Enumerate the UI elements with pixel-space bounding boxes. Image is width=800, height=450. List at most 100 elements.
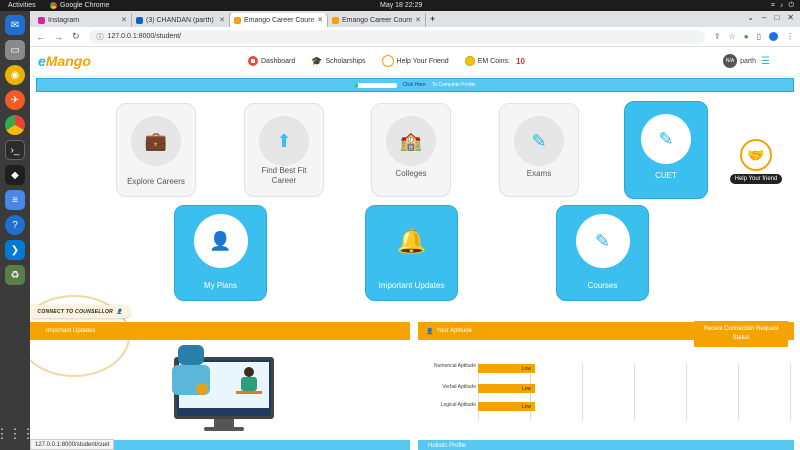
info-icon: ⓘ (96, 33, 104, 41)
holistic-profile-header: Holistic Profile (418, 440, 794, 450)
aptitude-bar: Low (478, 384, 535, 393)
nav-dashboard[interactable]: Dashboard (248, 56, 295, 66)
user-avatar: N/A (723, 54, 738, 68)
em-coins-label: EM Coins: (477, 57, 510, 65)
section-title: Holistic Profile (428, 443, 467, 449)
active-app-indicator[interactable]: Google Chrome (50, 2, 109, 9)
active-app-name: Google Chrome (60, 2, 110, 9)
kebab-menu-icon[interactable]: ⋮ (786, 32, 794, 41)
grid-line (738, 363, 739, 421)
recent-connection-label: Recent Connection Request Status (703, 326, 779, 341)
chrome-icon (50, 2, 57, 9)
nav-label: Help Your Friend (396, 57, 449, 65)
new-tab-button[interactable]: + (430, 14, 435, 24)
files-icon[interactable]: ▭ (5, 40, 25, 60)
emango-logo[interactable]: eMango (38, 53, 91, 69)
tab-label: Emango Career Counsel (342, 16, 413, 24)
dashboard-icon (248, 56, 258, 66)
tab-instagram[interactable]: Instagram ✕ (34, 13, 132, 27)
student-laptop-icon (236, 367, 262, 397)
card-cuet[interactable]: ✎ CUET (624, 101, 708, 199)
help-friend-illustration-icon: 🤝 (740, 139, 772, 171)
activities-button[interactable]: Activities (8, 2, 36, 9)
logo-text: Mango (45, 53, 91, 69)
aptitude-label: Logical Aptitude (440, 402, 476, 408)
card-label: Explore Careers (127, 177, 185, 186)
tab-label: Emango Career Counsel (244, 16, 315, 24)
share-icon[interactable]: ⇪ (714, 32, 721, 41)
power-icon: ⏻ (788, 1, 794, 9)
exam-pencil-icon: ✎ (514, 116, 564, 166)
grid-line (790, 363, 791, 421)
clock[interactable]: May 18 22:29 (380, 2, 422, 9)
tab-label: (3) CHANDAN (parth) M (146, 16, 217, 24)
tab-emango-2[interactable]: Emango Career Counsel ✕ (328, 13, 426, 27)
help-friend-widget[interactable]: 🤝 Help Your friend (726, 139, 786, 184)
user-name: parth (740, 57, 757, 65)
terminal-icon[interactable]: ›_ (5, 140, 25, 160)
card-important-updates[interactable]: 🔔 Important Updates (365, 205, 458, 301)
tab-search-icon[interactable]: ⌄ (747, 13, 754, 22)
recent-connection-button[interactable]: Recent Connection Request Status (694, 321, 788, 347)
card-label: Important Updates (378, 281, 445, 290)
complete-profile-link[interactable]: Click Here (403, 82, 426, 88)
thunderbird-icon[interactable]: ✉ (5, 15, 25, 35)
user-menu[interactable]: N/A parth ☰ (723, 54, 770, 68)
figma-icon[interactable]: ◆ (5, 165, 25, 185)
card-best-fit-career[interactable]: ⬆ Find Best Fit Career (244, 103, 324, 197)
close-tab-icon[interactable]: ✕ (415, 16, 421, 24)
sidepanel-icon[interactable]: ▯ (757, 32, 761, 41)
close-tab-icon[interactable]: ✕ (219, 16, 225, 24)
os-dock: ✉ ▭ ◉ ✈ ›_ ◆ ≡ ? ❯ ♻ ⋮⋮⋮ (0, 11, 35, 450)
card-colleges[interactable]: 🏫 Colleges (371, 103, 451, 197)
reload-icon[interactable]: ↻ (72, 31, 80, 42)
tab-label: Instagram (48, 16, 80, 24)
postman-icon[interactable]: ✈ (5, 90, 25, 110)
em-coins: EM Coins: 10 (464, 56, 525, 66)
tab-emango-active[interactable]: Emango Career Counsel ✕ (230, 13, 328, 27)
connect-counsellor-button[interactable]: CONNECT TO COUNSELLOR 👤 (30, 305, 130, 318)
close-window-icon[interactable]: ✕ (787, 13, 794, 22)
grid-line (686, 363, 687, 421)
briefcase-icon: 💼 (131, 116, 181, 166)
back-icon[interactable]: ← (36, 32, 45, 42)
logo-e: e (38, 53, 46, 69)
rhythmbox-icon[interactable]: ◉ (5, 65, 25, 85)
chrome-dock-icon[interactable] (5, 115, 25, 135)
help-icon[interactable]: ? (5, 215, 25, 235)
forward-icon[interactable]: → (54, 32, 63, 42)
card-courses[interactable]: ✎ Courses (556, 205, 649, 301)
profile-avatar-icon[interactable] (769, 32, 778, 41)
card-label: My Plans (204, 281, 237, 290)
profile-progress-fill (354, 82, 358, 88)
bell-icon: 🔔 (384, 214, 439, 268)
network-icon: ⌗ (771, 1, 775, 9)
system-tray[interactable]: ⌗ ♪ ⏻ (771, 2, 794, 10)
trash-icon[interactable]: ♻ (5, 265, 25, 285)
extension-icon[interactable]: ● (744, 32, 749, 41)
browser-window: Instagram ✕ (3) CHANDAN (parth) M ✕ Eman… (30, 11, 800, 450)
card-label: Exams (526, 169, 552, 178)
aptitude-label: Verbal Aptitude (442, 384, 476, 390)
card-my-plans[interactable]: 👤 My Plans (174, 205, 267, 301)
section-title: Your Aptitude (436, 328, 472, 334)
bookmark-star-icon[interactable]: ☆ (729, 32, 736, 41)
card-label: CUET (655, 171, 677, 180)
graduation-cap-icon: 🎓 (311, 55, 323, 66)
hamburger-menu-icon[interactable]: ☰ (761, 56, 770, 67)
url-input[interactable]: ⓘ 127.0.0.1:8000/student/ (88, 29, 705, 44)
tab-linkedin[interactable]: (3) CHANDAN (parth) M ✕ (132, 13, 230, 27)
volume-icon: ♪ (779, 1, 784, 9)
text-editor-icon[interactable]: ≡ (5, 190, 25, 210)
nav-scholarships[interactable]: 🎓 Scholarships (311, 56, 365, 67)
em-coins-value: 10 (516, 56, 525, 66)
close-tab-icon[interactable]: ✕ (317, 16, 323, 24)
minimize-icon[interactable]: – (762, 13, 766, 22)
card-exams[interactable]: ✎ Exams (499, 103, 579, 197)
maximize-icon[interactable]: □ (774, 13, 779, 22)
vscode-icon[interactable]: ❯ (5, 240, 25, 260)
card-explore-careers[interactable]: 💼 Explore Careers (116, 103, 196, 197)
aptitude-bar: Low (478, 402, 535, 411)
close-tab-icon[interactable]: ✕ (121, 16, 127, 24)
nav-help-friend[interactable]: Help Your Friend (381, 55, 449, 67)
